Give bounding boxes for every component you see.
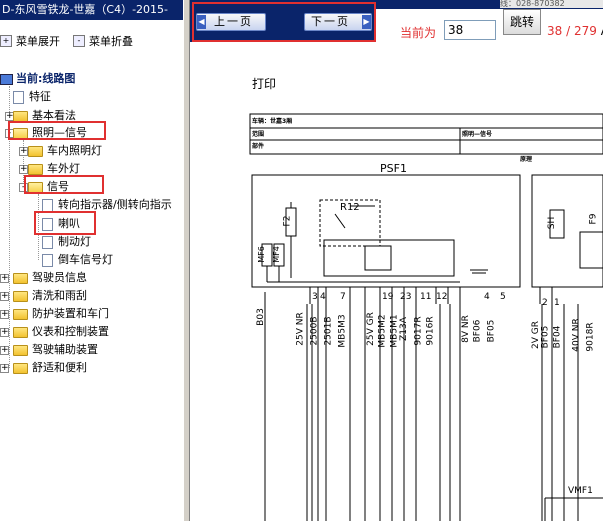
navigation-panel: D-东风雪铁龙-世嘉（C4）-2015- + 菜单展开 - 菜单折叠 当前:线路… — [0, 0, 183, 521]
pin-number: 5 — [500, 292, 506, 302]
pin-number: 12 — [436, 292, 448, 302]
tree-item-driver-info[interactable]: 驾驶员信息 — [13, 270, 87, 286]
wire-label: 2501B — [323, 316, 334, 346]
wire-label: BF05 — [486, 319, 497, 343]
pin-number: 23 — [400, 292, 412, 302]
highlight-box — [34, 211, 96, 235]
wire-label: 25V NR — [295, 312, 306, 346]
expand-toggle[interactable]: + — [0, 346, 9, 355]
wire-label: Z13A — [398, 317, 409, 341]
folder-icon — [13, 344, 28, 356]
document-icon — [42, 198, 53, 212]
tree-root[interactable]: 当前:线路图 — [0, 71, 75, 87]
label-mf6: MF6 — [256, 246, 266, 263]
document-viewer: 线：028-870382 ◀ 上一页 下一页 ▶ 当前为 跳转 38 / 279… — [190, 0, 603, 521]
document-page: 打印 车辆：世嘉3厢 范围 照明—信号 部件 原理 PSF1 R12 F2 MF… — [190, 42, 603, 521]
wire-label: 8V NR — [460, 315, 471, 343]
top-right-fragment: 线：028-870382 — [500, 0, 603, 8]
window-title: D-东风雪铁龙-世嘉（C4）-2015- — [0, 0, 183, 20]
go-button[interactable]: 跳转 — [503, 9, 541, 35]
wiring-diagram — [249, 113, 603, 521]
expand-toggle[interactable]: + — [0, 328, 9, 337]
folder-icon — [13, 290, 28, 302]
expand-toggle[interactable]: + — [0, 310, 9, 319]
highlight-box — [8, 121, 106, 140]
tree-item-instruments-controls[interactable]: 仪表和控制装置 — [13, 324, 109, 340]
label-sh: SH — [547, 216, 558, 230]
pin-number: 11 — [420, 292, 432, 302]
document-icon — [13, 90, 24, 104]
wire-label: 9017R — [413, 316, 424, 346]
expand-toggle[interactable]: + — [19, 147, 28, 156]
folder-icon — [13, 308, 28, 320]
highlight-box — [24, 175, 104, 194]
wire-label: 2500B — [309, 316, 320, 346]
label-f2: F2 — [282, 215, 293, 227]
expand-toggle[interactable]: + — [19, 165, 28, 174]
wire-label: BF06 — [472, 319, 483, 343]
pin-number: 4 — [320, 292, 326, 302]
tree-item-reverse-light[interactable]: 倒车信号灯 — [42, 252, 113, 268]
tree-item-protection-doors[interactable]: 防护装置和车门 — [13, 306, 109, 322]
header-scope: 范围 — [252, 131, 265, 138]
pin-number: 7 — [340, 292, 346, 302]
tree-item-driving-assist[interactable]: 驾驶辅助装置 — [13, 342, 98, 358]
tree-item-interior-light[interactable]: 车内照明灯 — [28, 143, 102, 159]
pin-number: 3 — [312, 292, 318, 302]
label-vmf1: VMF1 — [568, 486, 593, 496]
document-icon — [42, 235, 53, 249]
current-page-label: 当前为 — [400, 26, 437, 40]
collapse-icon: - — [73, 35, 85, 47]
page-number-input[interactable] — [444, 20, 496, 40]
label-psf1: PSF1 — [380, 162, 407, 175]
expand-toggle[interactable]: + — [0, 274, 9, 283]
wire-label: B03 — [255, 308, 266, 326]
menu-bar: + 菜单展开 - 菜单折叠 — [0, 33, 183, 53]
menu-expand-button[interactable]: + 菜单展开 — [0, 33, 60, 49]
tree-item-wash-wipe[interactable]: 清洗和雨刮 — [13, 288, 87, 304]
pin-number: 2 — [542, 298, 548, 308]
wire-label: BF05 — [540, 325, 551, 349]
header-component: 部件 — [252, 143, 265, 150]
highlight-box — [192, 2, 376, 42]
label-mf4: MF4 — [271, 246, 281, 263]
header-type: 原理 — [520, 156, 533, 163]
label-f9: F9 — [588, 213, 599, 225]
wire-label: 9016R — [425, 316, 436, 346]
header-vehicle: 车辆：世嘉3厢 — [252, 118, 293, 125]
folder-icon — [13, 272, 28, 284]
expand-icon: + — [0, 35, 12, 47]
panel-splitter[interactable] — [183, 0, 190, 521]
expand-toggle[interactable]: + — [0, 364, 9, 373]
pin-number: 19 — [382, 292, 394, 302]
label-r12: R12 — [340, 202, 360, 213]
tree-item-brake-light[interactable]: 制动灯 — [42, 234, 91, 250]
folder-icon — [28, 163, 43, 175]
folder-icon — [13, 362, 28, 374]
wire-label: BF04 — [552, 325, 563, 349]
wire-label: 25V GR — [365, 312, 376, 346]
pin-number: 1 — [554, 298, 560, 308]
expand-toggle[interactable]: + — [0, 292, 9, 301]
wire-label: 40V NR — [571, 318, 582, 352]
folder-icon — [13, 326, 28, 338]
folder-icon — [28, 145, 43, 157]
wire-label: MB5M3 — [337, 314, 348, 348]
page-count: 38 / 279 A — [547, 24, 603, 38]
pin-number: 4 — [484, 292, 490, 302]
menu-collapse-button[interactable]: - 菜单折叠 — [73, 33, 133, 49]
folder-icon — [13, 110, 28, 122]
network-icon — [0, 73, 13, 85]
tree-item-features[interactable]: 特征 — [13, 89, 51, 105]
wire-label: MB5M2 — [377, 314, 388, 348]
ground-symbol — [470, 269, 488, 274]
tree-item-comfort[interactable]: 舒适和便利 — [13, 360, 87, 376]
document-icon — [42, 253, 53, 267]
header-system: 照明—信号 — [462, 131, 493, 138]
wire-label: 9018R — [585, 322, 596, 352]
